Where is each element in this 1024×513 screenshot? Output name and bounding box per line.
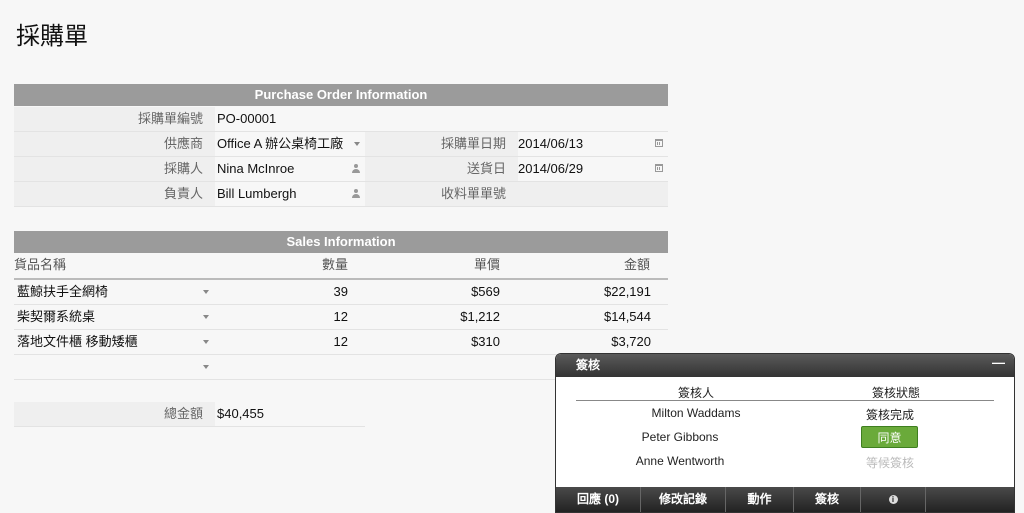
- delivery-date-field[interactable]: 2014/06/29: [518, 157, 668, 181]
- item-qty[interactable]: 12: [294, 330, 348, 354]
- item-qty[interactable]: 39: [294, 280, 348, 304]
- item-name[interactable]: 落地文件櫃 移動矮櫃: [17, 330, 138, 354]
- sales-section-header: Sales Information: [14, 231, 668, 253]
- purchase-order-section-header: Purchase Order Information: [14, 84, 668, 106]
- delivery-date-label: 送貨日: [365, 157, 518, 181]
- info-button[interactable]: i: [861, 487, 926, 512]
- item-price[interactable]: $569: [434, 280, 500, 304]
- action-button[interactable]: 動作: [726, 487, 794, 512]
- chevron-down-icon[interactable]: [354, 142, 360, 146]
- column-header-amount: 金額: [623, 257, 650, 272]
- approval-panel-footer: 回應 (0) 修改記錄 動作 簽核 i: [556, 487, 1014, 512]
- column-header-item: 貨品名稱: [14, 257, 67, 272]
- buyer-field[interactable]: Nina McInroe: [217, 157, 365, 181]
- receipt-number-label: 收料單單號: [365, 182, 518, 206]
- total-label: 總金額: [14, 402, 215, 426]
- order-date-label: 採購單日期: [365, 132, 518, 156]
- item-qty[interactable]: 12: [294, 305, 348, 329]
- chevron-down-icon[interactable]: [203, 365, 209, 369]
- receipt-number-value: [518, 182, 668, 206]
- approver-name: Milton Waddams: [651, 406, 741, 420]
- buyer-label: 採購人: [14, 157, 215, 181]
- person-icon[interactable]: [352, 189, 360, 198]
- owner-label: 負責人: [14, 182, 215, 206]
- vendor-select[interactable]: Office A 辦公桌椅工廠: [217, 132, 365, 156]
- table-row[interactable]: 藍鯨扶手全網椅 39 $569 $22,191: [14, 280, 668, 305]
- calendar-icon[interactable]: [655, 139, 663, 147]
- item-price[interactable]: $1,212: [434, 305, 500, 329]
- total-row: 總金額 $40,455: [14, 402, 365, 427]
- reply-button[interactable]: 回應 (0): [556, 487, 641, 512]
- owner-row: 負責人 Bill Lumbergh 收料單單號: [14, 182, 668, 207]
- approval-panel: 簽核 — 簽核人 簽核狀態 Milton Waddams 簽核完成 Peter …: [555, 353, 1015, 513]
- calendar-icon[interactable]: [655, 164, 663, 172]
- approve-button[interactable]: 同意: [861, 426, 918, 448]
- item-amount: $22,191: [604, 284, 651, 299]
- approval-table-header: 簽核人 簽核狀態: [576, 384, 994, 401]
- page-title: 採購單: [16, 23, 88, 50]
- sign-button[interactable]: 簽核: [794, 487, 861, 512]
- minimize-icon[interactable]: —: [992, 356, 1005, 369]
- po-number-row: 採購單編號 PO-00001: [14, 107, 668, 132]
- vendor-label: 供應商: [14, 132, 215, 156]
- item-amount: $3,720: [611, 334, 651, 349]
- item-name[interactable]: 藍鯨扶手全網椅: [17, 280, 108, 304]
- table-row[interactable]: 落地文件櫃 移動矮櫃 12 $310 $3,720: [14, 330, 668, 355]
- approver-name: Peter Gibbons: [641, 430, 719, 444]
- person-icon[interactable]: [352, 164, 360, 173]
- status-column-header: 簽核狀態: [871, 386, 920, 400]
- item-amount: $14,544: [604, 309, 651, 324]
- total-value: $40,455: [217, 406, 264, 421]
- history-button[interactable]: 修改記錄: [641, 487, 726, 512]
- sales-table-header: 貨品名稱 數量 單價 金額: [14, 254, 668, 280]
- status-text: 等候簽核: [865, 456, 914, 470]
- info-icon: i: [888, 495, 898, 505]
- approval-panel-header: 簽核 —: [556, 354, 1014, 377]
- po-number-label: 採購單編號: [14, 107, 215, 131]
- order-date-field[interactable]: 2014/06/13: [518, 132, 668, 156]
- buyer-row: 採購人 Nina McInroe 送貨日 2014/06/29: [14, 157, 668, 182]
- owner-field[interactable]: Bill Lumbergh: [217, 182, 365, 206]
- approver-column-header: 簽核人: [677, 386, 714, 400]
- table-row[interactable]: 柴契爾系統桌 12 $1,212 $14,544: [14, 305, 668, 330]
- vendor-row: 供應商 Office A 辦公桌椅工廠 採購單日期 2014/06/13: [14, 132, 668, 157]
- status-text: 簽核完成: [865, 408, 914, 422]
- column-header-price: 單價: [473, 257, 500, 272]
- approval-panel-title: 簽核: [576, 358, 601, 372]
- column-header-qty: 數量: [321, 257, 348, 272]
- chevron-down-icon[interactable]: [203, 290, 209, 294]
- item-name[interactable]: 柴契爾系統桌: [17, 305, 95, 329]
- po-number-value: PO-00001: [217, 111, 277, 126]
- approver-name: Anne Wentworth: [635, 454, 725, 468]
- item-price[interactable]: $310: [434, 330, 500, 354]
- chevron-down-icon[interactable]: [203, 340, 209, 344]
- chevron-down-icon[interactable]: [203, 315, 209, 319]
